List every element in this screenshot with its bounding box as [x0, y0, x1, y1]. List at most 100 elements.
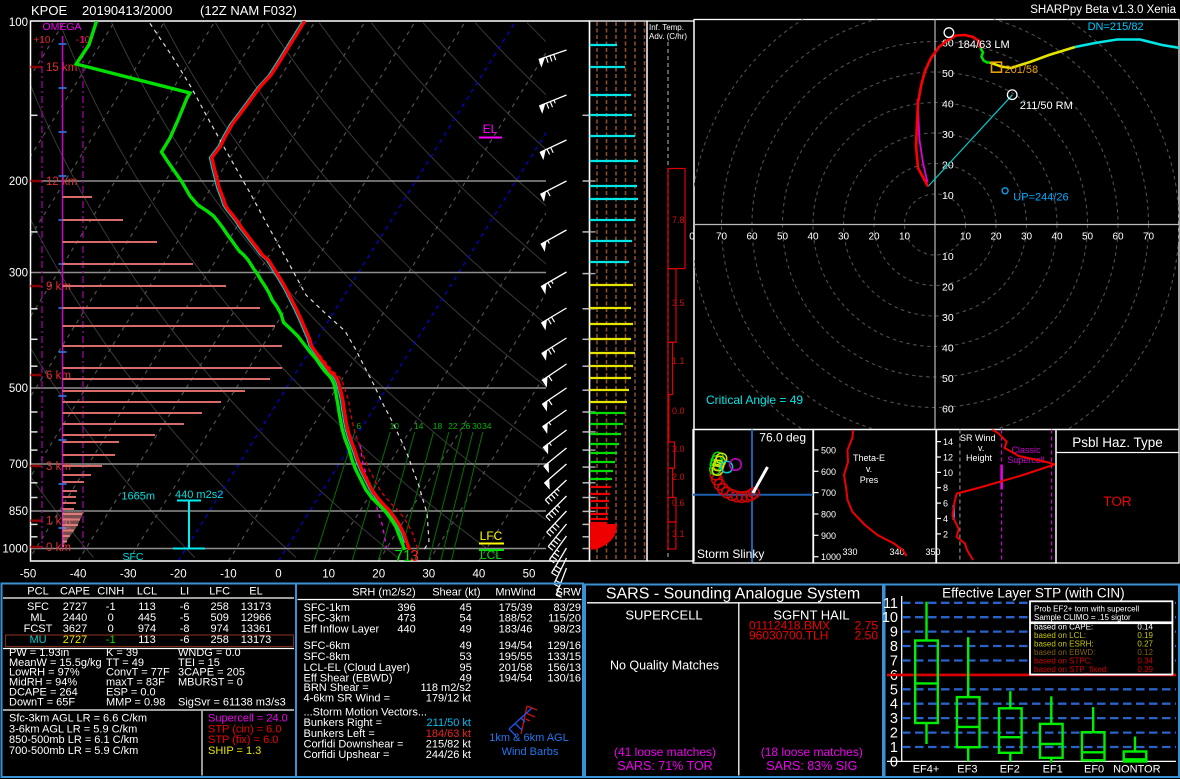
svg-text:4: 4: [943, 514, 948, 524]
svg-text:20190413/2000: 20190413/2000: [82, 3, 172, 18]
svg-text:based on STP_fixed:: based on STP_fixed:: [1034, 665, 1108, 674]
svg-text:Corfidi Upshear =: Corfidi Upshear =: [304, 749, 390, 761]
svg-text:22: 22: [448, 421, 458, 431]
svg-text:50: 50: [1082, 232, 1094, 243]
svg-text:258: 258: [211, 601, 229, 613]
svg-text:70: 70: [1143, 232, 1155, 243]
svg-text:3.0: 3.0: [672, 444, 685, 454]
svg-text:4-6km SR Wind =: 4-6km SR Wind =: [304, 693, 391, 705]
svg-text:700: 700: [821, 488, 836, 498]
svg-text:700: 700: [9, 459, 28, 471]
svg-text:10: 10: [882, 610, 898, 626]
svg-text:50: 50: [942, 68, 954, 80]
svg-text:3.5: 3.5: [672, 298, 685, 308]
svg-text:200: 200: [9, 176, 28, 188]
svg-text:34: 34: [482, 421, 492, 431]
svg-text:2: 2: [943, 529, 948, 539]
svg-text:179/12 kt: 179/12 kt: [426, 693, 471, 705]
svg-text:194/54: 194/54: [499, 673, 533, 685]
svg-text:0.39: 0.39: [1137, 665, 1153, 674]
svg-text:11: 11: [883, 596, 898, 612]
svg-text:13173: 13173: [241, 634, 272, 646]
svg-text:(12Z NAM F032): (12Z NAM F032): [200, 3, 297, 18]
svg-text:Psbl Haz. Type: Psbl Haz. Type: [1072, 435, 1163, 450]
svg-text:10: 10: [942, 190, 954, 202]
svg-text:EL: EL: [483, 122, 498, 136]
svg-text:60: 60: [1112, 232, 1124, 243]
svg-text:SRW: SRW: [556, 587, 582, 599]
svg-text:No Quality Matches: No Quality Matches: [610, 658, 719, 672]
svg-text:MnWind: MnWind: [495, 587, 535, 599]
svg-text:6: 6: [943, 499, 948, 509]
svg-text:0: 0: [689, 232, 695, 243]
svg-text:26: 26: [461, 421, 471, 431]
svg-text:-40: -40: [70, 569, 87, 581]
svg-text:-6: -6: [180, 601, 190, 613]
svg-text:CAPE: CAPE: [60, 586, 90, 598]
svg-text:40: 40: [942, 343, 954, 355]
svg-text:12: 12: [943, 453, 953, 463]
svg-text:49: 49: [460, 623, 472, 635]
svg-text:1665m: 1665m: [121, 491, 155, 503]
svg-text:1.1: 1.1: [672, 356, 685, 366]
svg-text:SUPERCELL: SUPERCELL: [625, 607, 702, 622]
svg-text:(41 loose matches): (41 loose matches): [614, 745, 716, 759]
svg-text:3.1: 3.1: [672, 529, 685, 539]
svg-text:-10: -10: [220, 569, 237, 581]
svg-text:SARS: 71% TOR: SARS: 71% TOR: [617, 759, 712, 773]
svg-text:v.: v.: [978, 443, 984, 453]
svg-text:CINH: CINH: [97, 586, 124, 598]
svg-text:10: 10: [943, 468, 953, 478]
svg-text:Wind Barbs: Wind Barbs: [502, 746, 559, 758]
svg-text:50: 50: [523, 569, 536, 581]
svg-text:10: 10: [322, 569, 335, 581]
svg-text:18: 18: [433, 421, 443, 431]
svg-text:Inf. Temp.: Inf. Temp.: [649, 23, 684, 32]
svg-text:SARS - Sounding Analogue Syste: SARS - Sounding Analogue System: [606, 586, 860, 603]
svg-text:13173: 13173: [241, 601, 272, 613]
svg-text:Height: Height: [966, 453, 993, 463]
svg-text:-30: -30: [120, 569, 137, 581]
svg-text:TOR: TOR: [1103, 494, 1132, 509]
svg-text:EF2: EF2: [1000, 763, 1020, 775]
svg-text:9: 9: [890, 625, 898, 641]
svg-text:2727: 2727: [63, 601, 87, 613]
svg-text:EF4+: EF4+: [913, 763, 940, 775]
svg-text:Storm Slinky: Storm Slinky: [697, 547, 764, 561]
svg-text:96030700.TLH: 96030700.TLH: [749, 628, 828, 642]
svg-text:6: 6: [356, 421, 361, 431]
svg-text:DownT = 65F: DownT = 65F: [9, 697, 75, 709]
svg-text:Shear (kt): Shear (kt): [432, 587, 480, 599]
svg-text:8: 8: [943, 483, 948, 493]
svg-text:330: 330: [842, 547, 857, 557]
svg-text:3: 3: [410, 548, 419, 565]
svg-text:130/16: 130/16: [547, 673, 581, 685]
svg-text:8: 8: [890, 639, 898, 655]
svg-text:SRH (m2/s2): SRH (m2/s2): [352, 587, 416, 599]
svg-text:30: 30: [422, 569, 435, 581]
svg-text:60: 60: [746, 232, 758, 243]
svg-text:600: 600: [821, 467, 836, 477]
svg-text:7.8: 7.8: [672, 215, 685, 225]
svg-text:0 km: 0 km: [46, 542, 71, 554]
svg-text:SARS: 83% SIG: SARS: 83% SIG: [766, 759, 857, 773]
svg-text:184/63 LM: 184/63 LM: [958, 39, 1010, 51]
svg-text:LFC: LFC: [480, 529, 503, 543]
svg-text:SHARPpy Beta v1.3.0 Xenia: SHARPpy Beta v1.3.0 Xenia: [1030, 4, 1176, 16]
svg-text:MBURST = 0: MBURST = 0: [178, 677, 243, 689]
svg-text:2.0: 2.0: [672, 472, 685, 482]
svg-text:50: 50: [942, 373, 954, 385]
svg-text:1000: 1000: [2, 544, 28, 556]
svg-text:EL: EL: [249, 586, 262, 598]
svg-text:183/46: 183/46: [499, 623, 533, 635]
svg-text:EF3: EF3: [957, 763, 977, 775]
svg-text:340: 340: [889, 547, 904, 557]
svg-text:100: 100: [9, 17, 28, 29]
svg-text:500: 500: [9, 383, 28, 395]
svg-text:30: 30: [472, 421, 482, 431]
svg-text:0.6: 0.6: [672, 498, 685, 508]
svg-text:EF0: EF0: [1084, 763, 1104, 775]
svg-text:800: 800: [821, 510, 836, 520]
svg-text:1: 1: [890, 740, 898, 756]
svg-text:40: 40: [1051, 232, 1063, 243]
